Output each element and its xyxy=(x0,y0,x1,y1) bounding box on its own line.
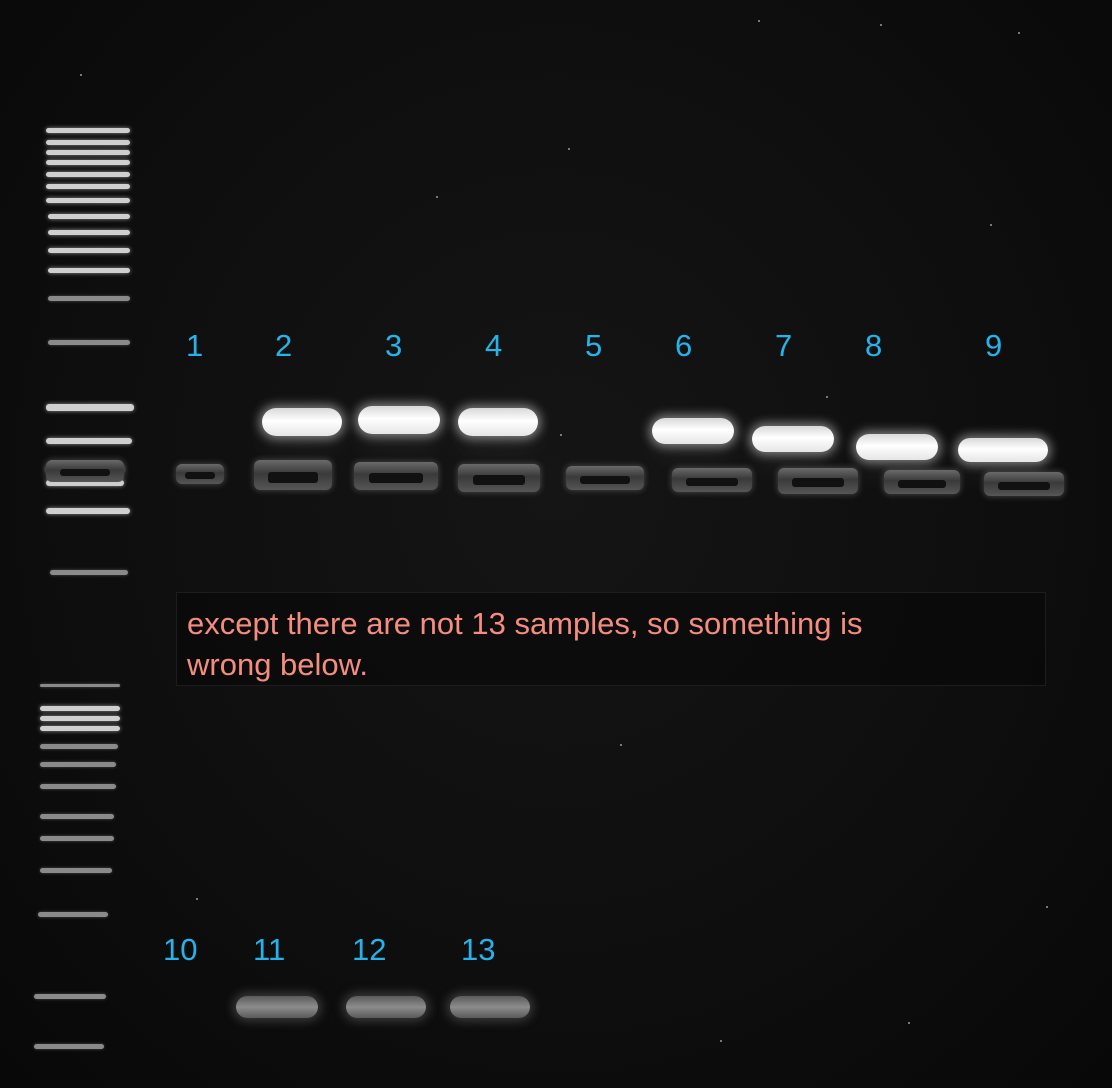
lane-label-8: 8 xyxy=(865,328,883,363)
band-lane-2 xyxy=(262,408,342,436)
well-lane-9 xyxy=(984,472,1064,496)
well-lane-3 xyxy=(354,462,438,490)
lane-label-6: 6 xyxy=(675,328,693,363)
band-lane-3 xyxy=(358,406,440,434)
band-lane-11 xyxy=(236,996,318,1018)
well-lane-8 xyxy=(884,470,960,494)
lane-label-7: 7 xyxy=(775,328,793,363)
well-lane-5 xyxy=(566,466,644,490)
band-lane-6 xyxy=(652,418,734,444)
note-line-2: wrong below. xyxy=(187,647,368,682)
well-lane-4 xyxy=(458,464,540,492)
well-lane-1 xyxy=(176,464,224,484)
lane-label-1: 1 xyxy=(186,328,204,363)
lane-label-13: 13 xyxy=(461,932,496,967)
well-lane-6 xyxy=(672,468,752,492)
band-lane-13 xyxy=(450,996,530,1018)
gel-image: 1 2 3 4 5 6 7 8 9 except there are not 1… xyxy=(0,0,1112,1088)
band-lane-9 xyxy=(958,438,1048,462)
lane-label-11: 11 xyxy=(253,932,286,967)
note-line-1: except there are not 13 samples, so some… xyxy=(187,606,863,641)
lane-label-12: 12 xyxy=(352,932,387,967)
band-lane-8 xyxy=(856,434,938,460)
annotation-note: except there are not 13 samples, so some… xyxy=(176,592,1046,686)
lane-label-2: 2 xyxy=(275,328,293,363)
band-lane-4 xyxy=(458,408,538,436)
lane-label-10: 10 xyxy=(163,932,198,967)
well-ladder xyxy=(46,460,124,482)
lane-label-9: 9 xyxy=(985,328,1003,363)
well-lane-7 xyxy=(778,468,858,494)
lane-label-5: 5 xyxy=(585,328,603,363)
well-lane-2 xyxy=(254,460,332,490)
lane-label-4: 4 xyxy=(485,328,503,363)
band-lane-12 xyxy=(346,996,426,1018)
lane-label-3: 3 xyxy=(385,328,403,363)
band-lane-7 xyxy=(752,426,834,452)
